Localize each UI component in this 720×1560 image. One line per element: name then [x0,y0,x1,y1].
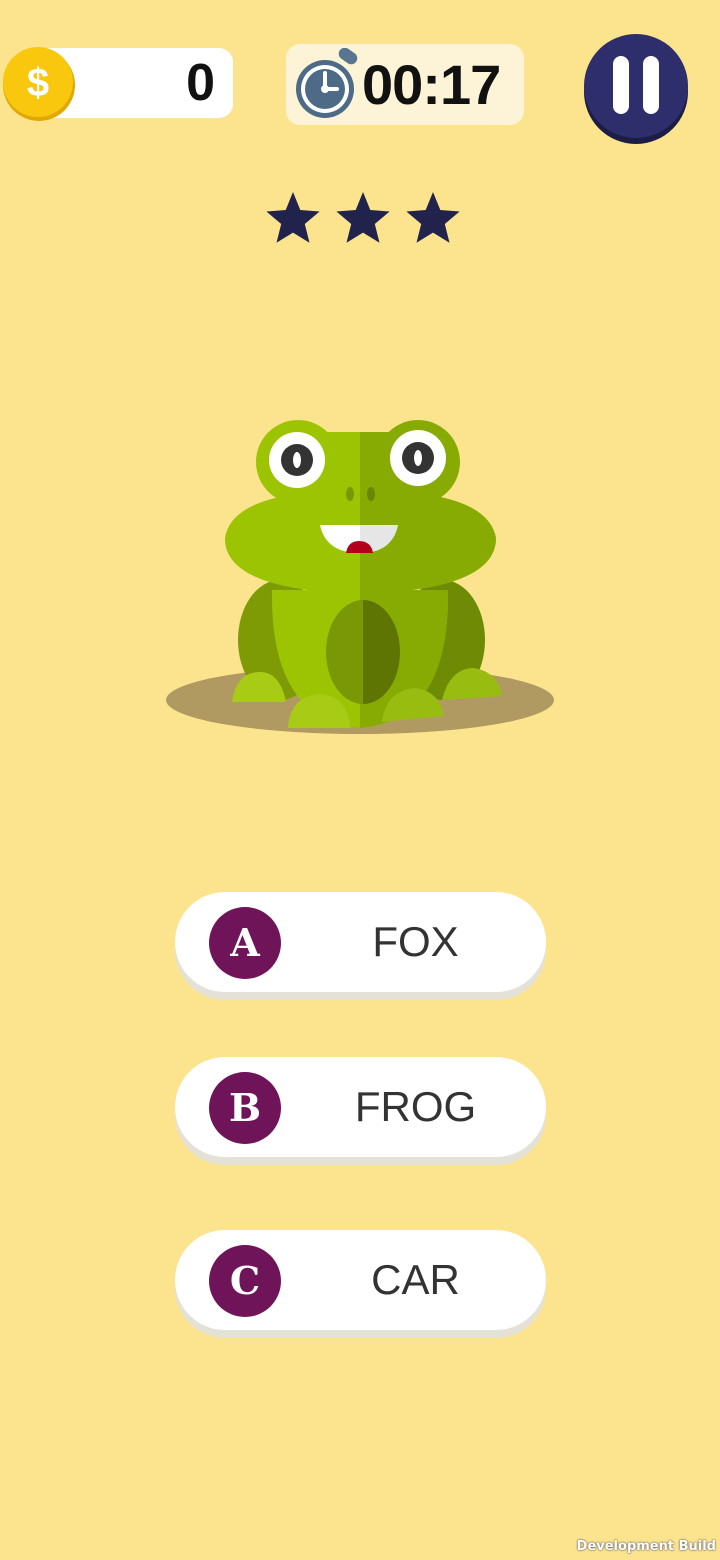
answer-option-a[interactable]: A FOX [175,892,546,992]
star-icon [336,192,390,243]
answer-label: CAR [371,1256,460,1303]
pause-button[interactable] [580,32,692,144]
frog-icon [166,420,554,734]
stopwatch-icon [296,48,358,118]
answer-letter-badge: C [209,1245,281,1317]
star-icon [406,192,460,243]
coin-symbol: $ [27,61,49,105]
answer-letter-badge: B [209,1072,281,1144]
answer-letter-badge: A [209,907,281,979]
development-build-label: Development Build [576,1539,716,1554]
coin-count: 0 [186,54,215,112]
timer-display: 00:17 [362,53,501,116]
answer-option-b[interactable]: B FROG [175,1057,546,1157]
answer-option-c[interactable]: C CAR [175,1230,546,1330]
coin-icon: $ [3,47,75,121]
answer-label: FOX [372,918,459,965]
star-icon [266,192,320,243]
star-rating [266,192,460,243]
answer-label: FROG [354,1083,477,1130]
